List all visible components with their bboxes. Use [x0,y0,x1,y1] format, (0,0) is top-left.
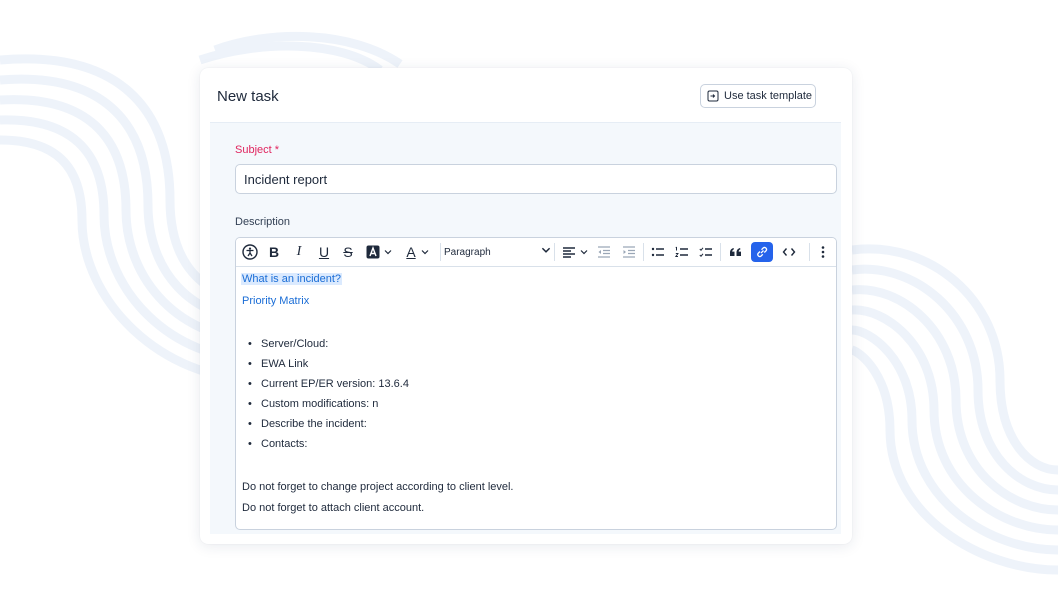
checklist-button[interactable] [698,242,714,262]
more-options-button[interactable] [816,242,830,262]
priority-matrix-link[interactable]: Priority Matrix [242,295,309,307]
chevron-down-icon [580,250,587,255]
link-button[interactable] [751,242,773,262]
paragraph-style-select[interactable]: Paragraph [444,242,552,262]
code-button[interactable] [780,242,798,262]
underline-button[interactable]: U [316,242,332,262]
description-editor[interactable]: B I U S A Paragraph What is an incident?… [235,237,837,530]
attach-account-note: Do not forget to attach client account. [242,502,425,514]
subject-label: Subject * [235,144,280,156]
project-note: Do not forget to change project accordin… [242,481,514,493]
chevron-down-icon [421,250,429,255]
chevron-down-icon [541,247,551,253]
text-color-letter: A [406,244,416,260]
chevron-down-icon [384,250,391,255]
bullet-list-icon [651,247,664,257]
code-icon [782,248,796,256]
indent-button[interactable] [621,242,637,262]
dialog-header: New task Use task template [200,68,852,122]
toolbar-separator [720,243,721,261]
use-task-template-button[interactable]: Use task template [700,84,816,108]
editor-toolbar: B I U S A Paragraph [236,238,836,267]
outdent-button[interactable] [596,242,612,262]
link-icon [757,246,768,258]
checklist-icon [699,247,712,257]
bullet-list-button[interactable] [650,242,666,262]
subject-input[interactable] [235,164,837,194]
bold-button[interactable]: B [266,242,282,262]
toolbar-separator [554,243,555,261]
numbered-list-icon [675,246,688,257]
outdent-icon [598,246,610,258]
italic-button[interactable]: I [291,242,307,262]
highlight-icon [366,245,379,259]
accessibility-icon [242,244,258,260]
dialog-title: New task [217,88,279,105]
blockquote-button[interactable] [728,242,744,262]
description-label: Description [235,216,291,228]
incident-link[interactable]: What is an incident? [241,273,343,285]
text-color-button[interactable]: A [402,242,434,262]
toolbar-separator [643,243,644,261]
use-task-template-label: Use task template [724,90,813,102]
task-form: Subject * Description B I U S [210,122,841,534]
align-left-icon [562,247,575,258]
paragraph-style-value: Paragraph [444,246,491,258]
toolbar-separator [440,243,441,261]
new-task-dialog: New task Use task template Subject * Des… [200,68,852,544]
alignment-button[interactable] [559,242,591,262]
numbered-list-button[interactable] [674,242,690,262]
strikethrough-button[interactable]: S [340,242,356,262]
accessibility-button[interactable] [241,242,259,262]
highlight-color-button[interactable] [364,242,394,262]
quote-icon [730,248,741,256]
toolbar-separator [809,243,810,261]
template-icon [707,90,719,102]
more-icon [821,246,825,258]
indent-icon [623,246,635,258]
